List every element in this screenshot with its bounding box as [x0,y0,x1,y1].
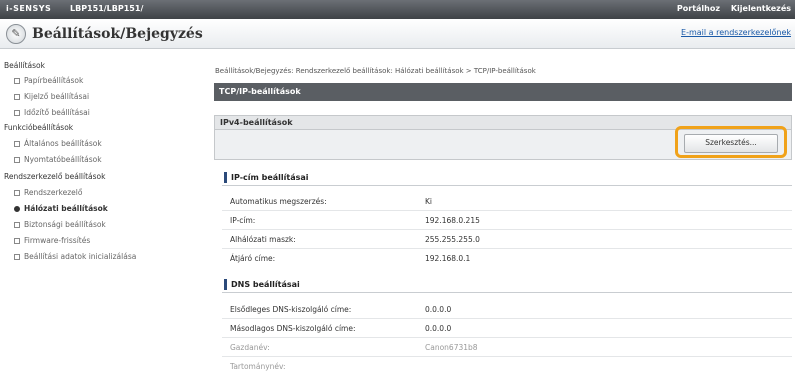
sidebar-item-init[interactable]: Beállítási adatok inicializálása [14,252,136,261]
divider [222,292,792,293]
subnet-mask-value: 255.255.255.0 [425,235,480,244]
edit-toolbar: Szerkesztés... [214,126,792,160]
auto-acquire-value: Ki [425,197,433,206]
sidebar-item-label: Nyomtatóbeállítások [24,155,102,164]
divider [222,229,792,230]
portal-link[interactable]: Portálhoz [677,4,720,13]
primary-dns-value: 0.0.0.0 [425,305,452,314]
email-admin-link[interactable]: E-mail a rendszerkezelőnek [681,28,791,37]
logout-link[interactable]: Kijelentkezés [731,4,791,13]
hostname-value: Canon6731b8 [425,343,478,352]
sidebar-group-functions[interactable]: Funkcióbeállítások [4,123,73,132]
sidebar-item-firmware[interactable]: Firmware-frissítés [14,236,90,245]
sidebar-item-label: Beállítási adatok inicializálása [24,252,137,261]
sidebar-item-label: Hálózati beállítások [24,204,108,213]
ip-address-value: 192.168.0.215 [425,216,480,225]
divider [222,185,792,186]
sidebar-item-paper[interactable]: Papírbeállítások [14,76,83,85]
sidebar-group-admin[interactable]: Rendszerkezelő beállítások [4,172,105,181]
secondary-dns-value: 0.0.0.0 [425,324,452,333]
sidebar-item-label: Papírbeállítások [24,76,84,85]
bullet-icon [14,222,20,228]
bullet-icon [14,110,20,116]
sidebar-group-settings[interactable]: Beállítások [4,61,45,70]
hostname-label: Gazdanév: [230,343,270,352]
sidebar-item-label: Rendszerkezelő [24,188,83,197]
settings-icon: ✎ [6,24,26,44]
ip-settings-title: IP-cím beállításai [224,172,309,183]
sidebar-item-security[interactable]: Biztonsági beállítások [14,220,106,229]
sidebar-item-label: Firmware-frissítés [24,236,91,245]
sidebar-item-display[interactable]: Kijelző beállításai [14,92,89,101]
divider [222,248,792,249]
sidebar-item-network[interactable]: Hálózati beállítások [14,204,108,213]
sidebar-item-general[interactable]: Általános beállítások [14,139,102,148]
dns-settings-title: DNS beállításai [224,279,300,290]
breadcrumb: Beállítások/Bejegyzés: Rendszerkezelő be… [215,67,536,75]
domain-name-label: Tartománynév: [230,362,286,371]
bullet-icon [14,141,20,147]
edit-button[interactable]: Szerkesztés... [684,134,778,153]
primary-dns-label: Elsődleges DNS-kiszolgáló címe: [230,305,352,314]
sidebar-item-administrator[interactable]: Rendszerkezelő [14,188,82,197]
subnet-mask-label: Alhálózati maszk: [230,235,296,244]
gateway-label: Átjáró címe: [230,254,276,263]
sidebar-item-label: Általános beállítások [24,139,102,148]
bullet-icon [14,78,20,84]
divider [222,356,792,357]
page-title: Beállítások/Bejegyzés [32,26,203,42]
bullet-icon [14,238,20,244]
bullet-icon [14,94,20,100]
sidebar-item-printer[interactable]: Nyomtatóbeállítások [14,155,102,164]
model-name: LBP151/LBP151/ [70,4,144,13]
bullet-icon [14,157,20,163]
divider [222,337,792,338]
edit-highlight: Szerkesztés... [675,126,787,158]
top-links: Portálhoz Kijelentkezés [669,4,791,13]
bullet-icon [14,190,20,196]
divider [222,318,792,319]
sidebar-item-label: Kijelző beállításai [24,92,90,101]
bullet-icon [14,206,20,212]
brand-name: i-SENSYS [6,4,52,13]
top-bar: i-SENSYS LBP151/LBP151/ Portálhoz Kijele… [0,0,795,19]
ip-address-label: IP-cím: [230,216,256,225]
auto-acquire-label: Automatikus megszerzés: [230,197,327,206]
section-title: TCP/IP-beállítások [214,83,792,101]
gateway-value: 192.168.0.1 [425,254,471,263]
sidebar-item-label: Biztonsági beállítások [24,220,106,229]
divider [222,210,792,211]
sidebar-item-label: Időzítő beállításai [24,108,90,117]
sidebar-item-timer[interactable]: Időzítő beállításai [14,108,90,117]
bullet-icon [14,254,20,260]
page-header: ✎ Beállítások/Bejegyzés E-mail a rendsze… [0,19,795,49]
secondary-dns-label: Másodlagos DNS-kiszolgáló címe: [230,324,356,333]
